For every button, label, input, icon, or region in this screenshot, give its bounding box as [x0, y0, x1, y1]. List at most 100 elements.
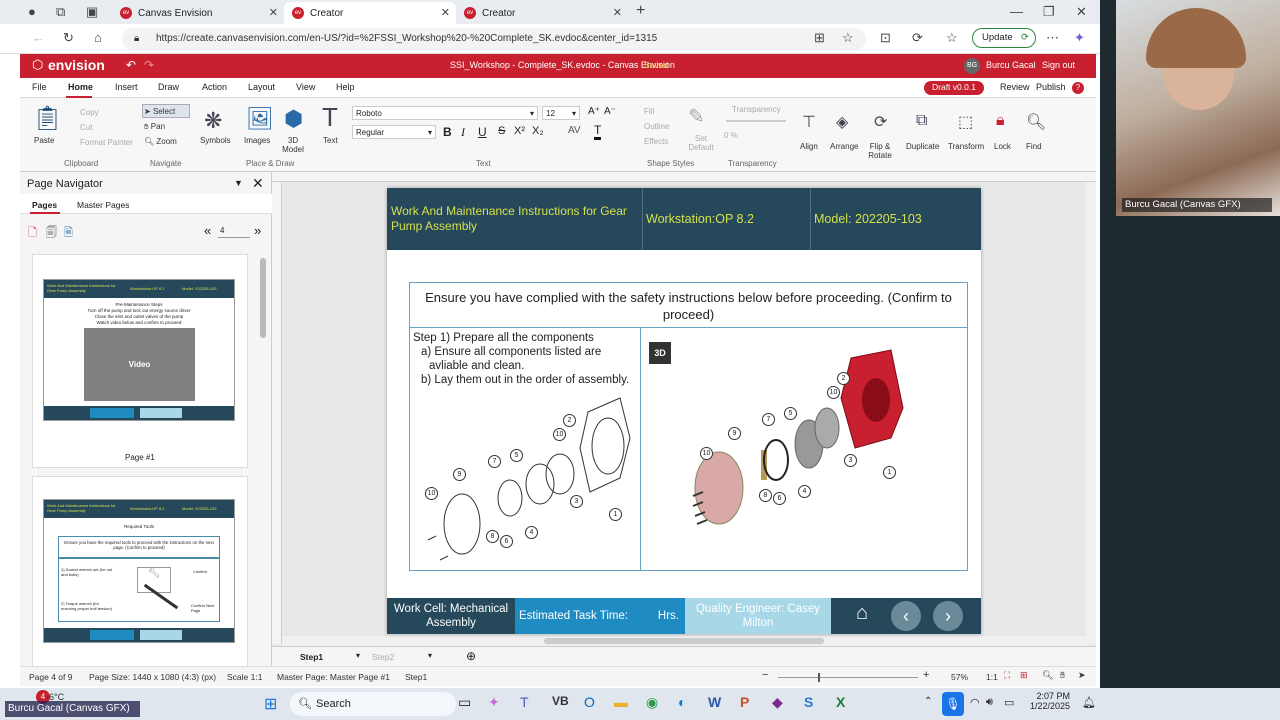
add-step-icon[interactable]: ⊕ — [466, 649, 476, 663]
publish-button[interactable]: Publish — [1036, 82, 1066, 92]
home-icon[interactable]: ⌂ — [847, 602, 877, 630]
zoom-in-icon[interactable]: + — [923, 669, 929, 681]
hand-icon[interactable]: ✋︎ — [1060, 670, 1065, 681]
fit-page-icon[interactable]: ⛶ — [1004, 670, 1010, 681]
draft-version-button[interactable]: Draft v0.0.1 — [924, 81, 984, 95]
first-page-icon[interactable]: « — [204, 223, 211, 238]
restore-icon[interactable]: ❐ — [1043, 4, 1055, 20]
review-button[interactable]: Review — [1000, 82, 1030, 92]
align-button[interactable]: Align — [800, 142, 818, 151]
transform-button[interactable]: Transform — [948, 142, 984, 151]
menu-dots-icon[interactable]: ⋯ — [1046, 30, 1059, 46]
tab-pages[interactable]: Pages — [32, 200, 57, 210]
file-explorer-icon[interactable]: ▬ — [614, 694, 628, 710]
chevron-up-icon[interactable]: ⌃ — [924, 696, 932, 707]
actual-size-button[interactable]: 1:1 — [986, 672, 998, 682]
notifications-icon[interactable]: 🔔︎ — [1082, 696, 1096, 709]
tab-master-pages[interactable]: Master Pages — [77, 200, 129, 210]
minimize-icon[interactable]: — — [1010, 4, 1023, 19]
edge-icon[interactable]: ◐ — [678, 694, 686, 710]
update-button[interactable]: Update ⟳ — [972, 28, 1036, 48]
page-settings-icon[interactable]: 🗎︎ — [64, 224, 73, 243]
menu-help[interactable]: Help — [336, 82, 355, 92]
navigator-scrollbar[interactable] — [260, 258, 266, 338]
home-icon[interactable]: ⌂ — [94, 30, 102, 45]
copilot-icon[interactable]: ✦ — [1074, 30, 1085, 46]
grow-font-icon[interactable]: A⁺ — [588, 106, 600, 117]
menu-home[interactable]: Home — [68, 82, 93, 92]
taskbar-search[interactable]: 🔍︎ Search — [290, 692, 456, 716]
app-install-icon[interactable]: ⊞ — [814, 30, 825, 46]
menu-draw[interactable]: Draw — [158, 82, 179, 92]
refresh-extension-icon[interactable]: ⟳ — [912, 30, 923, 46]
menu-view[interactable]: View — [296, 82, 315, 92]
zoom-icon[interactable]: 🔍︎ — [1042, 670, 1053, 681]
new-tab-icon[interactable]: + — [636, 2, 645, 20]
char-spacing-icon[interactable]: AV — [568, 125, 581, 136]
chrome-icon[interactable]: ◉ — [646, 694, 658, 711]
set-default-button[interactable]: Set Default — [684, 134, 718, 152]
duplicate-icon[interactable]: ⧉ — [916, 112, 927, 130]
close-icon[interactable]: ✕ — [269, 6, 278, 19]
superscript-icon[interactable]: X² — [514, 125, 525, 137]
favorites-icon[interactable]: ☆ — [946, 30, 958, 46]
step-tab-1[interactable]: Step1 — [300, 652, 323, 662]
powerpoint-icon[interactable]: P — [740, 694, 749, 710]
find-icon[interactable]: 🔍︎ — [1026, 112, 1046, 132]
images-icon[interactable]: 🖼︎ — [246, 106, 274, 132]
symbols-button[interactable]: Symbols — [200, 136, 231, 145]
teams-icon[interactable]: T — [520, 694, 529, 710]
url-field[interactable]: 🔒︎ https://create.canvasenvision.com/en-U… — [122, 28, 866, 50]
paste-icon[interactable]: 📋︎ — [32, 104, 62, 133]
chevron-down-icon[interactable]: ▾ — [356, 651, 360, 660]
windows-start-icon[interactable]: ⊞ — [264, 694, 277, 714]
microphone-icon[interactable]: 🎙︎ — [942, 692, 964, 716]
tab-creator-active[interactable]: ev Creator ✕ — [284, 2, 456, 24]
pan-tool[interactable]: ✋︎ Pan — [144, 122, 165, 132]
pointer-icon[interactable]: ➤ — [1078, 670, 1086, 681]
font-color-icon[interactable]: T — [594, 123, 602, 140]
duplicate-page-icon[interactable]: 🗐︎ — [46, 224, 57, 243]
3d-model-view[interactable] — [641, 328, 969, 572]
word-icon[interactable]: W — [708, 694, 721, 710]
back-icon[interactable]: ← — [32, 30, 45, 45]
zoom-slider[interactable] — [778, 673, 918, 682]
refresh-icon[interactable]: ↻ — [63, 30, 74, 46]
horizontal-scrollbar[interactable] — [282, 636, 1086, 646]
subscript-icon[interactable]: X₂ — [532, 125, 544, 137]
next-icon[interactable]: › — [933, 601, 963, 631]
font-size-select[interactable]: 12 ▾ — [542, 106, 580, 120]
previous-icon[interactable]: ‹ — [891, 601, 921, 631]
arrange-button[interactable]: Arrange — [830, 142, 858, 151]
redo-icon[interactable]: ↷ — [144, 58, 154, 72]
duplicate-button[interactable]: Duplicate — [906, 142, 939, 151]
wifi-icon[interactable]: ◠ — [970, 696, 980, 709]
copy-button[interactable]: Copy — [80, 108, 99, 117]
images-button[interactable]: Images — [244, 136, 270, 145]
profile-icon[interactable]: ● — [28, 4, 36, 19]
page-thumbnail-1[interactable]: Work And Maintenance Instructions for Ge… — [32, 254, 248, 468]
outlook-icon[interactable]: O — [584, 694, 595, 710]
app-icon[interactable]: ◆ — [772, 694, 783, 711]
vertical-scrollbar[interactable] — [1086, 182, 1096, 644]
3d-model-icon[interactable]: ⬢ — [284, 106, 303, 132]
menu-file[interactable]: File — [32, 82, 47, 92]
italic-icon[interactable]: I — [461, 125, 465, 140]
avatar[interactable]: BG — [964, 58, 980, 74]
copilot-app-icon[interactable]: ✦ — [488, 694, 500, 711]
add-page-icon[interactable]: 🗋︎ — [28, 224, 37, 243]
font-weight-select[interactable]: Regular ▾ — [352, 125, 436, 139]
arrange-icon[interactable]: ◈ — [836, 112, 848, 132]
close-window-icon[interactable]: ✕ — [1076, 4, 1087, 20]
font-family-select[interactable]: Roboto ▾ — [352, 106, 538, 120]
menu-layout[interactable]: Layout — [248, 82, 275, 92]
zoom-tool[interactable]: 🔍︎ Zoom — [144, 137, 177, 146]
shrink-font-icon[interactable]: A⁻ — [604, 106, 616, 117]
zoom-out-icon[interactable]: − — [762, 669, 768, 681]
last-page-icon[interactable]: » — [254, 223, 261, 238]
tab-canvas-envision[interactable]: ev Canvas Envision ✕ — [112, 2, 284, 24]
flip-rotate-button[interactable]: Flip & Rotate — [866, 142, 894, 160]
help-icon[interactable]: ? — [1072, 82, 1084, 94]
battery-icon[interactable]: ▭ — [1004, 696, 1014, 709]
fit-width-icon[interactable]: ⊞ — [1020, 670, 1028, 681]
